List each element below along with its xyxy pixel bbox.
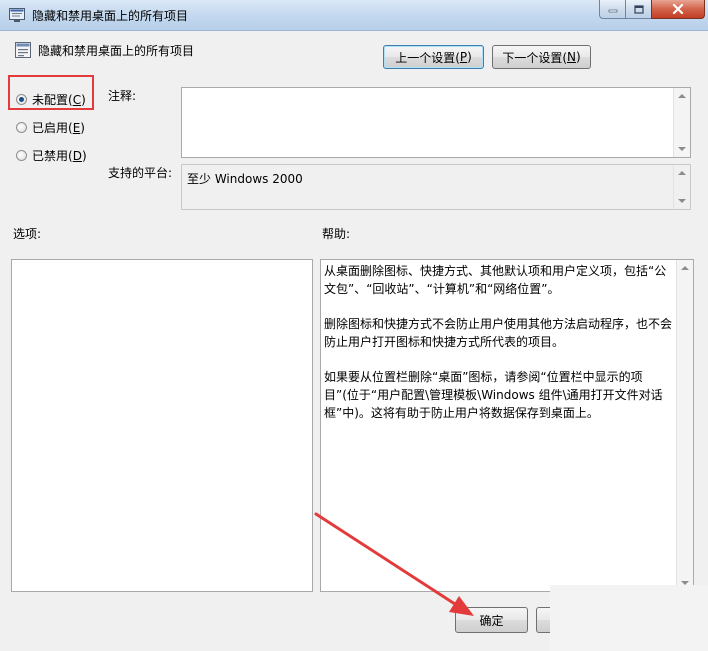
help-label: 帮助:	[322, 227, 351, 241]
scroll-up-icon[interactable]	[678, 171, 686, 175]
next-setting-suffix: )	[575, 50, 581, 64]
supported-platform-field: 至少 Windows 2000	[181, 164, 691, 210]
minimize-button[interactable]	[599, 0, 625, 19]
previous-setting-button[interactable]: 上一个设置(P)	[383, 45, 484, 69]
help-text: 从桌面删除图标、快捷方式、其他默认项和用户定义项，包括“公文包”、“回收站”、“…	[324, 262, 676, 439]
comment-scrollbar[interactable]	[673, 88, 690, 157]
radio-label-not-configured: 未配置(	[32, 93, 73, 107]
scroll-up-icon[interactable]	[678, 94, 686, 98]
radio-accesskey-enabled: E	[72, 120, 81, 135]
comment-label: 注释:	[108, 89, 137, 103]
radio-button-not-configured[interactable]	[16, 94, 27, 105]
supported-platform-label: 支持的平台:	[108, 166, 173, 180]
maximize-button[interactable]	[625, 0, 651, 19]
ok-button-label: 确定	[479, 613, 504, 628]
next-setting-label: 下一个设置(	[502, 50, 567, 65]
radio-enabled[interactable]: 已启用(E)	[16, 119, 85, 136]
help-paragraph: 删除图标和快捷方式不会防止用户使用其他方法启动程序，也不会防止用户打开图标和快捷…	[324, 317, 673, 349]
scroll-down-icon[interactable]	[678, 199, 686, 203]
next-setting-accesskey: N	[567, 50, 576, 64]
previous-setting-suffix: )	[467, 50, 472, 64]
previous-setting-label: 上一个设置(	[395, 50, 460, 65]
close-button[interactable]	[651, 0, 705, 19]
policy-dialog-window: 隐藏和禁用桌面上的所有项目 隐藏和禁用桌面上的所有项目 上一个设置(P) 下…	[0, 0, 708, 651]
options-label: 选项:	[13, 227, 42, 241]
radio-button-enabled[interactable]	[16, 122, 27, 133]
platform-scrollbar[interactable]	[673, 165, 690, 209]
window-title: 隐藏和禁用桌面上的所有项目	[32, 9, 189, 23]
policy-title: 隐藏和禁用桌面上的所有项目	[38, 44, 195, 58]
scroll-up-icon[interactable]	[681, 266, 689, 270]
comment-textarea[interactable]	[181, 87, 691, 158]
minimize-icon	[608, 9, 617, 13]
policy-setting-icon	[15, 42, 31, 58]
scroll-down-icon[interactable]	[678, 147, 686, 151]
title-bar[interactable]: 隐藏和禁用桌面上的所有项目	[0, 0, 708, 31]
radio-button-disabled[interactable]	[16, 150, 27, 161]
previous-setting-accesskey: P	[459, 50, 468, 64]
help-paragraph: 如果要从位置栏删除“桌面”图标，请参阅“位置栏中显示的项目”(位于“用户配置\管…	[324, 370, 663, 420]
radio-accesskey-disabled: D	[72, 148, 82, 163]
ok-button[interactable]: 确定	[455, 607, 528, 633]
help-paragraph: 从桌面删除图标、快捷方式、其他默认项和用户定义项，包括“公文包”、“回收站”、“…	[324, 264, 667, 296]
radio-label-enabled: 已启用(	[32, 121, 73, 135]
help-panel: 从桌面删除图标、快捷方式、其他默认项和用户定义项，包括“公文包”、“回收站”、“…	[320, 259, 694, 592]
supported-platform-value: 至少 Windows 2000	[187, 172, 303, 186]
maximize-icon	[633, 4, 644, 14]
radio-suffix-not-configured: )	[81, 92, 86, 107]
help-scrollbar[interactable]	[676, 260, 693, 591]
radio-accesskey-not-configured: C	[72, 92, 82, 107]
radio-disabled[interactable]: 已禁用(D)	[16, 147, 87, 164]
next-setting-button[interactable]: 下一个设置(N)	[492, 45, 591, 69]
radio-label-disabled: 已禁用(	[32, 149, 73, 163]
radio-suffix-enabled: )	[80, 120, 85, 135]
close-icon	[672, 4, 684, 14]
caption-buttons	[599, 0, 705, 20]
blurred-overlay	[550, 585, 708, 651]
radio-suffix-disabled: )	[81, 148, 87, 163]
radio-not-configured[interactable]: 未配置(C)	[16, 91, 86, 108]
policy-window-icon	[9, 8, 25, 22]
options-panel	[11, 259, 313, 592]
